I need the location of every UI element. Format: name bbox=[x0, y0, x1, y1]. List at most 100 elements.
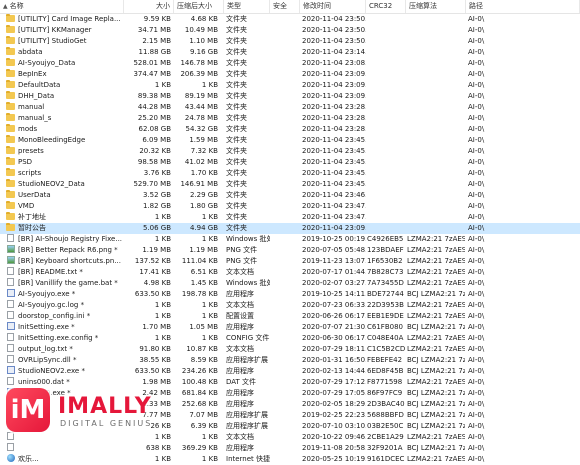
list-item[interactable]: [BR] Better Repack R6.png * 1.19 MB 1.19 M… bbox=[0, 245, 580, 256]
file-path-cell: AI-0\ bbox=[468, 48, 485, 56]
imally-logo: iM bbox=[6, 388, 50, 432]
file-name: InitSetting.exe * bbox=[18, 323, 75, 331]
file-name: [BR] Vanillify the game.bat * bbox=[18, 279, 118, 287]
file-crc-cell bbox=[367, 135, 405, 146]
file-packed-cell: 54.32 GB bbox=[185, 125, 219, 133]
file-name-cell: StudioNEOV2_Data bbox=[6, 179, 124, 190]
column-header-method[interactable]: 压缩算法 bbox=[406, 0, 466, 13]
list-item[interactable]: 补丁地址 1 KB 1 KB 文件夹 2020-11-04 23:47... AI-0\ bbox=[0, 212, 580, 223]
list-item[interactable]: [BR] README.txt * 17.41 KB 6.51 KB 文本文档 2020… bbox=[0, 267, 580, 278]
column-header-packed-size[interactable]: 压缩后大小 bbox=[174, 0, 224, 13]
list-item[interactable]: BepInEx 374.47 MB 206.39 MB 文件夹 2020-11-04 2… bbox=[0, 69, 580, 80]
folder-icon bbox=[6, 47, 15, 55]
list-item[interactable]: AI-Syoujyo.exe * 633.50 KB 198.78 KB 应用程序 20… bbox=[0, 289, 580, 300]
list-item[interactable]: UserData 3.52 GB 2.29 GB 文件夹 2020-11-04 23:4… bbox=[0, 190, 580, 201]
list-item[interactable]: doorstop_config.ini * 1 KB 1 KB 配置设置 2020-06… bbox=[0, 311, 580, 322]
file-method-cell bbox=[407, 14, 465, 25]
file-packed-cell: 4.94 GB bbox=[189, 224, 218, 232]
list-item[interactable]: 暂时公告 5.06 GB 4.94 GB 文件夹 2020-11-04 23:09...… bbox=[0, 223, 580, 234]
file-name-cell: manual bbox=[6, 102, 124, 113]
file-type-cell: 应用程序 bbox=[226, 367, 254, 375]
file-path-cell: AI-0\ bbox=[468, 191, 485, 199]
column-header-crc32[interactable]: CRC32 bbox=[366, 0, 406, 13]
list-item[interactable]: StudioNEOV2.exe * 633.50 KB 234.26 KB 应用程序 2… bbox=[0, 366, 580, 377]
column-header-size[interactable]: 大小 bbox=[124, 0, 174, 13]
list-item[interactable]: DHH_Data 89.38 MB 89.19 MB 文件夹 2020-11-04 23… bbox=[0, 91, 580, 102]
list-item[interactable]: InitSetting.exe * 1.70 MB 1.05 MB 应用程序 2020-… bbox=[0, 322, 580, 333]
file-method-cell: BCJ LZMA2:21 7zAES... bbox=[407, 444, 465, 452]
list-item[interactable]: [UTILITY] KKManager 34.71 MB 10.49 MB 文件夹 20… bbox=[0, 25, 580, 36]
file-method-cell bbox=[407, 91, 465, 102]
file-method-cell bbox=[407, 47, 465, 58]
list-item[interactable]: [UTILITY] StudioGet 2.15 MB 1.10 MB 文件夹 2020… bbox=[0, 36, 580, 47]
list-item[interactable]: 1 KB 1 KB 文本文档 2020-10-22 09:46... 2CBE1A29 L… bbox=[0, 432, 580, 443]
file-size-cell: 38.55 KB bbox=[139, 356, 171, 364]
list-item[interactable]: [BR] AI-Shoujo Registry Fixe... 1 KB 1 KB W… bbox=[0, 234, 580, 245]
file-name: OVRLipSync.dll * bbox=[18, 356, 77, 364]
list-item[interactable]: manual_s 25.20 MB 24.78 MB 文件夹 2020-11-04 23… bbox=[0, 113, 580, 124]
list-item[interactable]: mods 62.08 GB 54.32 GB 文件夹 2020-11-04 23:28.… bbox=[0, 124, 580, 135]
list-item[interactable]: StudioNEOV2_Data 529.70 MB 146.91 MB 文件夹 202… bbox=[0, 179, 580, 190]
file-crc-cell: 2D3BAC40 bbox=[367, 400, 405, 408]
list-item[interactable]: InitSetting.exe.config * 1 KB 1 KB CONFIG 文… bbox=[0, 333, 580, 344]
file-modified-cell: 2019-11-08 20:58... bbox=[302, 444, 366, 452]
file-crc-cell: 6ED8F45B bbox=[367, 367, 404, 375]
list-item[interactable]: scripts 3.76 KB 1.70 KB 文件夹 2020-11-04 23:45… bbox=[0, 168, 580, 179]
list-item[interactable]: [BR] Keyboard shortcuts.pn... 137.52 KB 11… bbox=[0, 256, 580, 267]
list-item[interactable]: 欢乐... 1 KB 1 KB Internet 快捷方式 2020-05-25 10:… bbox=[0, 454, 580, 465]
list-item[interactable]: manual 44.28 MB 43.44 MB 文件夹 2020-11-04 23:2… bbox=[0, 102, 580, 113]
file-type-cell: 文件夹 bbox=[226, 224, 247, 232]
file-name: PSD bbox=[18, 158, 33, 166]
file-packed-cell: 1.19 MB bbox=[189, 246, 218, 254]
list-item[interactable]: 638 KB 369.29 KB 应用程序 2019-11-08 20:58... 32… bbox=[0, 443, 580, 454]
folder-icon bbox=[6, 14, 15, 22]
column-header-path[interactable]: 路径 bbox=[466, 0, 580, 13]
list-item[interactable]: presets 20.32 KB 7.32 KB 文件夹 2020-11-04 23:4… bbox=[0, 146, 580, 157]
list-item[interactable]: DefaultData 1 KB 1 KB 文件夹 2020-11-04 23:09..… bbox=[0, 80, 580, 91]
file-method-cell: LZMA2:21 7zAES... bbox=[407, 312, 465, 320]
file-modified-cell: 2020-11-04 23:47... bbox=[302, 202, 366, 210]
file-method-cell: LZMA2:21 7zAES... bbox=[407, 334, 465, 342]
file-path-cell: AI-0\ bbox=[468, 301, 485, 309]
file-type-cell: 应用程序 bbox=[226, 323, 254, 331]
file-name: DHH_Data bbox=[18, 92, 55, 100]
file-modified-cell: 2020-07-07 21:30... bbox=[302, 323, 366, 331]
list-item[interactable]: unins000.dat * 1.98 MB 100.48 KB DAT 文件 2020… bbox=[0, 377, 580, 388]
file-name-cell: [BR] Better Repack R6.png * bbox=[6, 245, 124, 256]
file-crc-cell bbox=[367, 91, 405, 102]
file-path-cell: AI-0\ bbox=[468, 147, 485, 155]
file-crc-cell: 5688BBFD bbox=[367, 411, 404, 419]
file-method-cell: BCJ LZMA2:21 7zAES... bbox=[407, 367, 465, 375]
file-crc-cell: 9161DCEC bbox=[367, 455, 405, 463]
file-crc-cell bbox=[367, 223, 405, 234]
file-name: 欢乐... bbox=[18, 455, 39, 463]
column-header-modified[interactable]: 修改时间 bbox=[300, 0, 366, 13]
list-item[interactable]: [BR] Vanillify the game.bat * 4.98 KB 1.45… bbox=[0, 278, 580, 289]
list-item[interactable]: PSD 98.58 MB 41.02 MB 文件夹 2020-11-04 23:45..… bbox=[0, 157, 580, 168]
file-path-cell: AI-0\ bbox=[468, 37, 485, 45]
list-item[interactable]: OVRLipSync.dll * 38.55 KB 8.59 KB 应用程序扩展 202… bbox=[0, 355, 580, 366]
list-item[interactable]: VMD 1.82 GB 1.80 GB 文件夹 2020-11-04 23:47... A… bbox=[0, 201, 580, 212]
list-item[interactable]: AI-Syoujyo.gc.log * 1 KB 1 KB 文本文档 2020-07-2… bbox=[0, 300, 580, 311]
file-modified-cell: 2020-07-10 03:10... bbox=[302, 422, 366, 430]
file-modified-cell: 2020-11-04 23:09... bbox=[302, 70, 366, 78]
column-header-security[interactable]: 安全 bbox=[270, 0, 300, 13]
column-header-name[interactable]: ▲ 名称 bbox=[0, 0, 124, 13]
file-type-cell: 文件夹 bbox=[226, 103, 247, 111]
column-header-type[interactable]: 类型 bbox=[224, 0, 270, 13]
folder-icon bbox=[6, 201, 15, 209]
list-item[interactable]: MonoBleedingEdge 6.09 MB 1.59 MB 文件夹 2020-11… bbox=[0, 135, 580, 146]
file-size-cell: 1 KB bbox=[154, 433, 171, 441]
file-path-cell: AI-0\ bbox=[468, 15, 485, 23]
list-item[interactable]: abdata 11.88 GB 9.16 GB 文件夹 2020-11-04 23:14… bbox=[0, 47, 580, 58]
file-type-cell: 文件夹 bbox=[226, 191, 247, 199]
list-item[interactable]: output_log.txt * 91.80 KB 10.87 KB 文本文档 2020… bbox=[0, 344, 580, 355]
file-method-cell bbox=[407, 102, 465, 113]
file-method-cell bbox=[407, 36, 465, 47]
list-item[interactable]: AI-Syoujyo_Data 528.01 MB 146.78 MB 文件夹 2020… bbox=[0, 58, 580, 69]
file-size-cell: 1 KB bbox=[154, 312, 171, 320]
file-size-cell: 3.52 GB bbox=[142, 191, 171, 199]
file-path-cell: AI-0\ bbox=[468, 125, 485, 133]
file-path-cell: AI-0\ bbox=[468, 103, 485, 111]
list-item[interactable]: [UTILITY] Card Image Repla... 9.59 KB 4.68… bbox=[0, 14, 580, 25]
